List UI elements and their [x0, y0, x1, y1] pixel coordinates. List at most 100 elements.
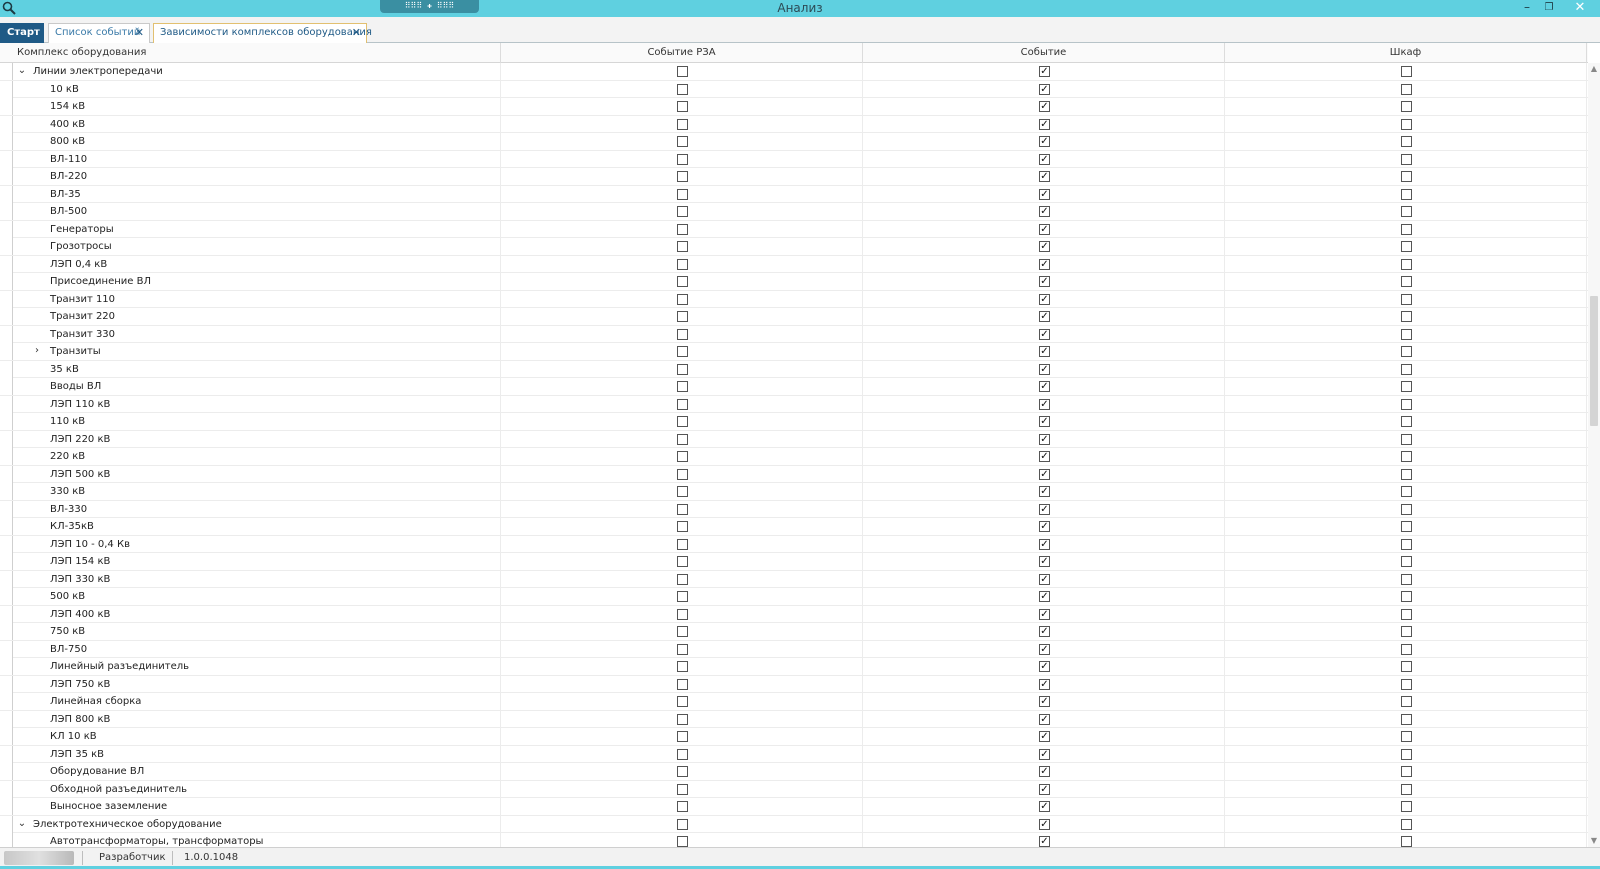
table-row[interactable]: ЛЭП 750 кВ ✓: [0, 675, 1588, 693]
event-checkbox[interactable]: ✓: [1039, 276, 1050, 287]
restore-button[interactable]: ❐: [1538, 0, 1560, 17]
table-row[interactable]: ЛЭП 10 - 0,4 Кв ✓: [0, 535, 1588, 553]
close-button[interactable]: ✕: [1568, 0, 1592, 17]
rza-event-checkbox[interactable]: [677, 468, 688, 480]
cabinet-checkbox[interactable]: [1401, 153, 1412, 165]
cabinet-checkbox[interactable]: [1401, 398, 1412, 410]
row-selector[interactable]: [0, 763, 13, 780]
cabinet-checkbox[interactable]: [1401, 556, 1412, 567]
complex-name-cell[interactable]: ЛЭП 220 кВ: [13, 430, 501, 448]
row-selector[interactable]: [0, 728, 13, 745]
row-selector[interactable]: [0, 63, 13, 80]
table-row[interactable]: ЛЭП 220 кВ ✓: [0, 430, 1588, 448]
complex-name-cell[interactable]: 154 кВ: [13, 98, 501, 115]
cabinet-checkbox[interactable]: [1401, 241, 1412, 252]
row-selector[interactable]: [0, 150, 13, 168]
complex-name-cell[interactable]: 750 кВ: [13, 623, 501, 640]
table-row[interactable]: Транзит 330 ✓: [0, 325, 1588, 343]
cabinet-checkbox[interactable]: [1401, 311, 1412, 322]
table-row[interactable]: Вводы ВЛ ✓: [0, 378, 1588, 396]
event-checkbox[interactable]: ✓: [1039, 731, 1050, 742]
table-row[interactable]: 110 кВ ✓: [0, 413, 1588, 431]
cabinet-checkbox[interactable]: [1401, 503, 1412, 515]
table-row[interactable]: Присоединение ВЛ ✓: [0, 273, 1588, 291]
table-row[interactable]: ЛЭП 500 кВ ✓: [0, 465, 1588, 483]
row-selector[interactable]: [0, 675, 13, 693]
row-selector[interactable]: [0, 185, 13, 203]
event-checkbox[interactable]: ✓: [1039, 241, 1050, 252]
rza-event-checkbox[interactable]: [677, 538, 688, 550]
rza-event-checkbox[interactable]: [677, 363, 688, 375]
tab-equipment-dependencies[interactable]: Зависимости комплексов оборудования ✕: [153, 23, 372, 43]
table-row[interactable]: ЛЭП 110 кВ ✓: [0, 395, 1588, 413]
row-selector[interactable]: [0, 430, 13, 448]
cabinet-checkbox[interactable]: [1401, 188, 1412, 200]
complex-name-cell[interactable]: Линейная сборка: [13, 693, 501, 710]
event-checkbox[interactable]: ✓: [1039, 398, 1050, 410]
event-checkbox[interactable]: ✓: [1039, 416, 1050, 427]
column-header-cabinet[interactable]: Шкаф: [1225, 43, 1587, 63]
complex-name-cell[interactable]: ЛЭП 35 кВ: [13, 745, 501, 763]
row-selector[interactable]: [0, 98, 13, 115]
event-checkbox[interactable]: ✓: [1039, 783, 1050, 795]
row-selector[interactable]: [0, 745, 13, 763]
row-selector[interactable]: [0, 465, 13, 483]
event-checkbox[interactable]: ✓: [1039, 818, 1050, 830]
event-checkbox[interactable]: ✓: [1039, 696, 1050, 707]
cabinet-checkbox[interactable]: [1401, 783, 1412, 795]
complex-name-cell[interactable]: ЛЭП 0,4 кВ: [13, 255, 501, 273]
table-row[interactable]: Транзит 110 ✓: [0, 290, 1588, 308]
column-header-event[interactable]: Событие: [863, 43, 1225, 63]
complex-name-cell[interactable]: Выносное заземление: [13, 798, 501, 815]
rza-event-checkbox[interactable]: [677, 101, 688, 112]
row-selector[interactable]: [0, 220, 13, 238]
table-row[interactable]: 800 кВ ✓: [0, 133, 1588, 151]
minimize-button[interactable]: –: [1516, 0, 1538, 17]
row-selector[interactable]: [0, 80, 13, 98]
rza-event-checkbox[interactable]: [677, 153, 688, 165]
row-selector[interactable]: [0, 535, 13, 553]
event-checkbox[interactable]: ✓: [1039, 661, 1050, 672]
cabinet-checkbox[interactable]: [1401, 643, 1412, 655]
complex-name-cell[interactable]: ЛЭП 400 кВ: [13, 605, 501, 623]
complex-name-cell[interactable]: КЛ 10 кВ: [13, 728, 501, 745]
event-checkbox[interactable]: ✓: [1039, 101, 1050, 112]
rza-event-checkbox[interactable]: [677, 188, 688, 200]
complex-name-cell[interactable]: ⌄ Электротехническое оборудование: [13, 815, 501, 833]
cabinet-checkbox[interactable]: [1401, 451, 1412, 462]
complex-name-cell[interactable]: ВЛ-220: [13, 168, 501, 185]
complex-name-cell[interactable]: 10 кВ: [13, 80, 501, 98]
complex-name-cell[interactable]: Линейный разъединитель: [13, 658, 501, 675]
complex-name-cell[interactable]: 220 кВ: [13, 448, 501, 465]
scroll-up-arrow-icon[interactable]: ▲: [1588, 63, 1600, 75]
complex-name-cell[interactable]: Генераторы: [13, 220, 501, 238]
complex-name-cell[interactable]: КЛ-35кВ: [13, 518, 501, 535]
table-row[interactable]: ЛЭП 0,4 кВ ✓: [0, 255, 1588, 273]
complex-name-cell[interactable]: ВЛ-330: [13, 500, 501, 518]
vertical-scrollbar[interactable]: ▲ ▼: [1588, 63, 1600, 847]
rza-event-checkbox[interactable]: [677, 451, 688, 462]
row-selector[interactable]: [0, 780, 13, 798]
rza-event-checkbox[interactable]: [677, 66, 688, 77]
event-checkbox[interactable]: ✓: [1039, 381, 1050, 392]
table-row[interactable]: 10 кВ ✓: [0, 80, 1588, 98]
complex-name-cell[interactable]: ЛЭП 154 кВ: [13, 553, 501, 570]
complex-name-cell[interactable]: ВЛ-750: [13, 640, 501, 658]
cabinet-checkbox[interactable]: [1401, 748, 1412, 760]
tab-start[interactable]: Старт: [0, 23, 44, 43]
row-selector[interactable]: [0, 360, 13, 378]
rza-event-checkbox[interactable]: [677, 836, 688, 847]
cabinet-checkbox[interactable]: [1401, 468, 1412, 480]
cabinet-checkbox[interactable]: [1401, 713, 1412, 725]
rza-event-checkbox[interactable]: [677, 696, 688, 707]
row-selector[interactable]: [0, 693, 13, 710]
event-checkbox[interactable]: ✓: [1039, 433, 1050, 445]
row-selector[interactable]: [0, 290, 13, 308]
table-row[interactable]: ВЛ-750 ✓: [0, 640, 1588, 658]
event-checkbox[interactable]: ✓: [1039, 608, 1050, 620]
rza-event-checkbox[interactable]: [677, 503, 688, 515]
row-selector[interactable]: [0, 325, 13, 343]
event-checkbox[interactable]: ✓: [1039, 66, 1050, 77]
cabinet-checkbox[interactable]: [1401, 206, 1412, 217]
rza-event-checkbox[interactable]: [677, 801, 688, 812]
